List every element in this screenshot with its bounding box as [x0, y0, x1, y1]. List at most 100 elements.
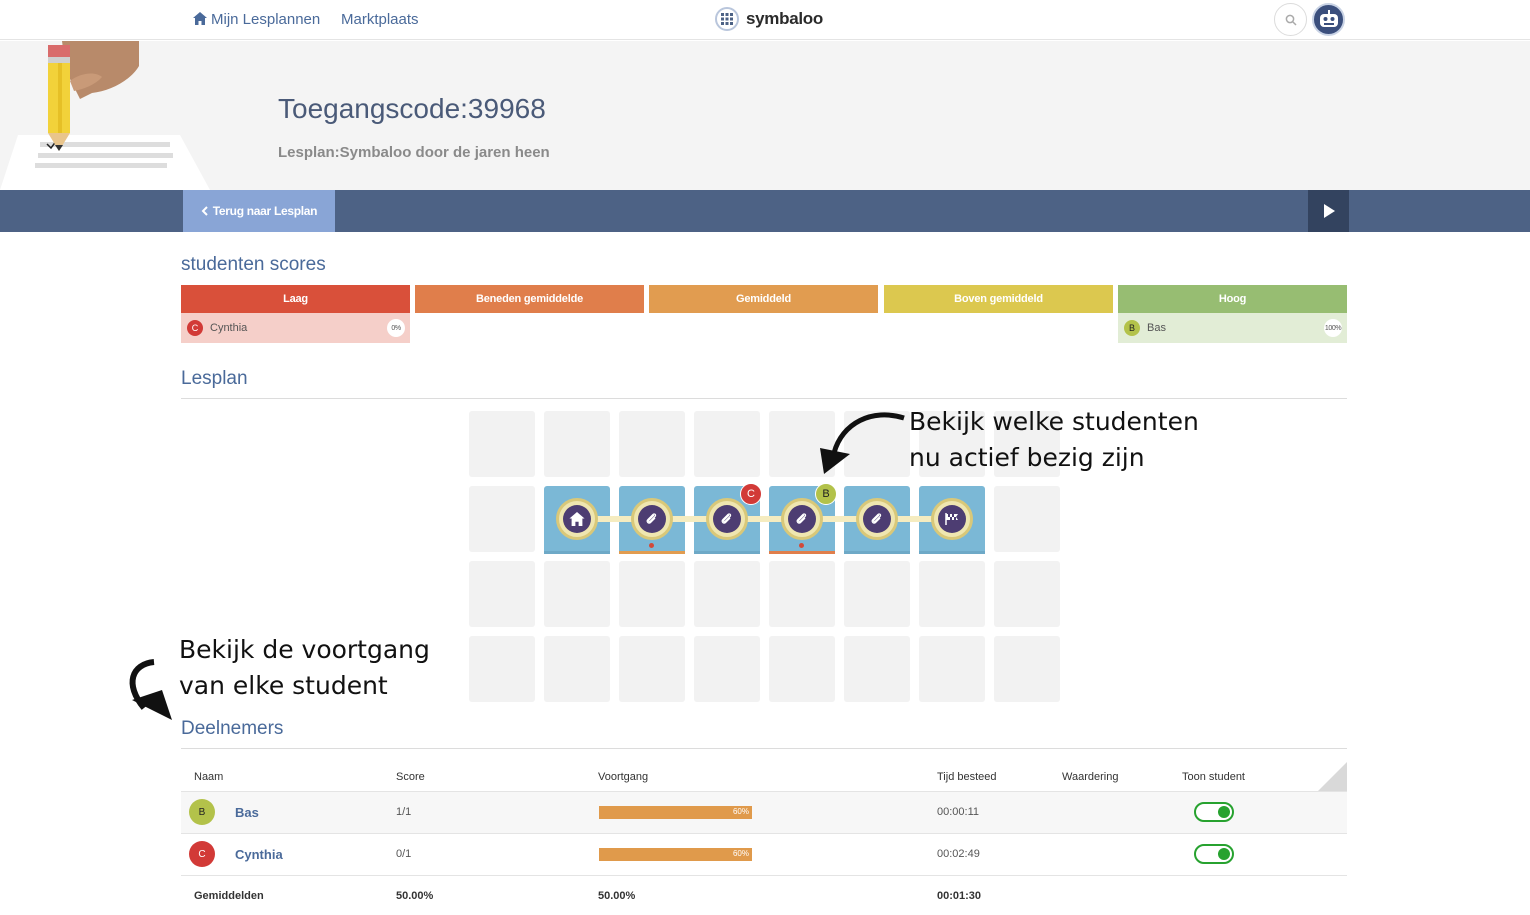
row-divider	[181, 833, 1347, 834]
scores-section-title: studenten scores	[181, 254, 326, 275]
annotation-progress-line2: van elke student	[179, 671, 388, 700]
empty-grid-cell	[694, 561, 760, 627]
annotation-active-students-line1: Bekijk welke studenten	[909, 407, 1199, 436]
bucket-header-below-average: Beneden gemiddelde	[415, 285, 644, 313]
empty-grid-cell	[769, 636, 835, 702]
empty-grid-cell	[544, 636, 610, 702]
participant-avatar: C	[189, 841, 215, 867]
bucket-student-cynthia[interactable]: C Cynthia 0%	[181, 313, 410, 343]
column-header-show-student[interactable]: Toon student	[1182, 771, 1245, 783]
page-subtitle: Lesplan:Symbaloo door de jaren heen	[278, 144, 550, 161]
robot-face-icon	[1319, 9, 1338, 27]
pencil-hand-illustration	[0, 41, 210, 190]
column-header-time-spent[interactable]: Tijd besteed	[937, 771, 997, 783]
bucket-header-above-average: Boven gemiddeld	[884, 285, 1113, 313]
annotation-active-students-line2: nu actief bezig zijn	[909, 443, 1145, 472]
participant-score: 0/1	[396, 848, 412, 860]
symbaloo-logo-icon	[715, 7, 739, 31]
search-button[interactable]	[1274, 3, 1307, 36]
column-header-score[interactable]: Score	[396, 771, 425, 783]
empty-grid-cell	[994, 561, 1060, 627]
paperclip-icon	[796, 513, 807, 524]
table-corner-decoration	[1318, 762, 1347, 791]
node-step-1[interactable]	[631, 498, 673, 540]
empty-grid-cell	[469, 561, 535, 627]
participant-name-link[interactable]: Cynthia	[235, 847, 283, 862]
play-icon	[1323, 204, 1335, 218]
symbaloo-logo[interactable]: symbaloo	[715, 6, 823, 32]
empty-grid-cell	[994, 486, 1060, 552]
node-home[interactable]	[556, 498, 598, 540]
search-icon	[1285, 14, 1297, 26]
toggle-knob	[1218, 848, 1230, 860]
average-time: 00:01:30	[937, 890, 982, 902]
curved-arrow-icon	[129, 659, 172, 720]
participant-avatar: B	[189, 799, 215, 825]
home-icon	[569, 512, 585, 526]
tile-progress-dot	[799, 543, 804, 548]
back-to-lessonplan-button[interactable]: Terug naar Lesplan	[183, 190, 335, 232]
empty-grid-cell	[844, 561, 910, 627]
chevron-left-icon	[201, 206, 208, 216]
bucket-header-low: Laag	[181, 285, 410, 313]
row-divider	[181, 875, 1347, 876]
empty-grid-cell	[919, 636, 985, 702]
averages-label: Gemiddelden	[194, 890, 264, 902]
student-name: Cynthia	[210, 322, 248, 334]
empty-grid-cell	[694, 636, 760, 702]
page-header: Toegangscode:39968 Lesplan:Symbaloo door…	[0, 41, 1530, 190]
user-avatar[interactable]	[1312, 3, 1345, 36]
empty-grid-cell	[994, 636, 1060, 702]
progress-label: 60%	[732, 849, 749, 858]
empty-grid-cell	[919, 561, 985, 627]
empty-grid-cell	[469, 486, 535, 552]
participant-name-link[interactable]: Bas	[235, 805, 259, 820]
action-bar: Terug naar Lesplan	[0, 190, 1530, 232]
paperclip-icon	[646, 513, 657, 524]
empty-grid-cell	[469, 636, 535, 702]
active-student-badge-b[interactable]: B	[815, 483, 837, 505]
empty-grid-cell	[844, 636, 910, 702]
node-step-4[interactable]	[856, 498, 898, 540]
participant-time-spent: 00:02:49	[937, 848, 980, 860]
progress-label: 60%	[732, 807, 749, 816]
paperclip-icon	[721, 513, 732, 524]
play-button[interactable]	[1308, 190, 1349, 232]
back-button-label: Terug naar Lesplan	[212, 204, 318, 218]
nav-my-lessonplans-link[interactable]: Mijn Lesplannen	[193, 11, 320, 28]
nav-marketplace-link[interactable]: Marktplaats	[341, 11, 419, 28]
column-header-progress[interactable]: Voortgang	[598, 771, 648, 783]
empty-grid-cell	[619, 561, 685, 627]
student-name: Bas	[1147, 322, 1166, 334]
empty-grid-cell	[469, 411, 535, 477]
show-student-toggle[interactable]	[1194, 802, 1234, 822]
student-initial-avatar: C	[187, 320, 203, 336]
toggle-knob	[1218, 806, 1230, 818]
logo-text: symbaloo	[746, 9, 823, 28]
home-icon	[193, 12, 207, 25]
active-student-badge-c[interactable]: C	[740, 483, 762, 505]
node-step-2[interactable]	[706, 498, 748, 540]
empty-grid-cell	[694, 411, 760, 477]
lesplan-section-title: Lesplan	[181, 368, 248, 389]
participants-section-title: Deelnemers	[181, 718, 284, 739]
participant-progress-bar: 60%	[599, 848, 752, 861]
bucket-student-bas[interactable]: B Bas 100%	[1118, 313, 1347, 343]
bucket-header-average: Gemiddeld	[649, 285, 878, 313]
page-title: Toegangscode:39968	[278, 93, 546, 124]
empty-grid-cell	[769, 561, 835, 627]
node-finish[interactable]	[931, 498, 973, 540]
show-student-toggle[interactable]	[1194, 844, 1234, 864]
empty-grid-cell	[619, 411, 685, 477]
column-header-name[interactable]: Naam	[194, 771, 223, 783]
finish-flag-icon	[945, 513, 958, 525]
nav-my-lessonplans-label: Mijn Lesplannen	[211, 11, 321, 28]
column-header-rating[interactable]: Waardering	[1062, 771, 1118, 783]
node-step-3[interactable]	[781, 498, 823, 540]
participant-time-spent: 00:00:11	[937, 806, 980, 818]
curved-arrow-icon	[820, 412, 905, 474]
empty-grid-cell	[619, 636, 685, 702]
bucket-header-high: Hoog	[1118, 285, 1347, 313]
paperclip-icon	[871, 513, 882, 524]
empty-grid-cell	[544, 411, 610, 477]
